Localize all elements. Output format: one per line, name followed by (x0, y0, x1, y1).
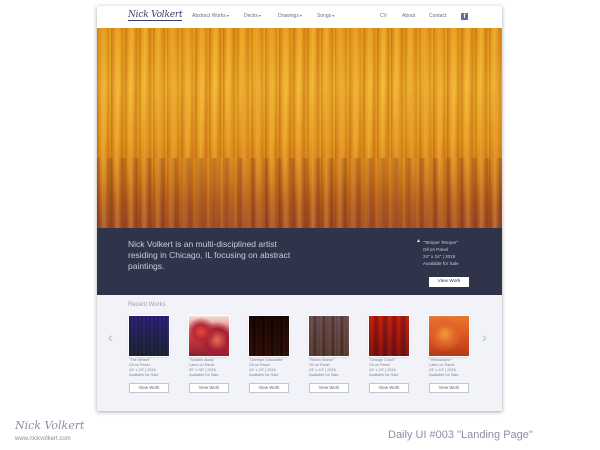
nav-item-decks[interactable]: Decks▾ (244, 13, 261, 19)
featured-availability: Available for Sale (423, 261, 459, 266)
work-card: "Yellowstone" Latex on Panel 24" x 24" |… (427, 316, 471, 393)
work-card: "German Chocolate" Oil on Panel 24" x 24… (247, 316, 291, 393)
work-thumbnail[interactable] (249, 316, 289, 356)
view-work-button[interactable]: View Work (369, 382, 409, 393)
work-meta: "Scratch Away" Latex on Panel 30" x 36" … (189, 358, 233, 378)
daily-ui-caption: Daily UI #003 "Landing Page" (388, 429, 533, 441)
chevron-down-icon: ▾ (332, 13, 335, 18)
work-availability: Available for Sale (429, 372, 459, 377)
nav-item-cv[interactable]: CV (380, 13, 387, 19)
view-work-button[interactable]: View Work (249, 382, 289, 393)
nav-item-label: Drawings (278, 13, 299, 19)
featured-view-work-button[interactable]: View Work (429, 277, 469, 287)
nav-item-contact[interactable]: Contact (429, 13, 446, 19)
nav-item-drawings[interactable]: Drawings▾ (278, 13, 302, 19)
nav-item-label: Abstract Works (192, 13, 226, 19)
top-nav: Nick Volkert Abstract Works▾ Decks▾ Draw… (97, 6, 502, 29)
work-thumbnail[interactable] (309, 316, 349, 356)
featured-size: 24" x 24" | 2016 (423, 254, 456, 259)
landing-page-mockup: Nick Volkert Abstract Works▾ Decks▾ Draw… (97, 6, 502, 411)
work-availability: Available for Sale (249, 372, 279, 377)
view-work-button[interactable]: View Work (429, 382, 469, 393)
work-meta: "Raven Brown" Oil on Panel 24" x 24" | 2… (309, 358, 353, 378)
carousel-prev-icon[interactable]: ‹ (108, 330, 113, 344)
work-availability: Available for Sale (309, 372, 339, 377)
view-work-button[interactable]: View Work (129, 382, 169, 393)
work-availability: Available for Sale (129, 372, 159, 377)
facebook-icon[interactable]: f (461, 13, 468, 20)
nav-item-abstract-works[interactable]: Abstract Works▾ (192, 13, 229, 19)
chevron-down-icon: ▾ (299, 13, 302, 18)
work-meta: "Orange Crush" Oil on Panel 24" x 24" | … (369, 358, 413, 378)
site-logo[interactable]: Nick Volkert (128, 10, 183, 21)
nav-item-songs[interactable]: Songs▾ (317, 13, 334, 19)
work-thumbnail[interactable] (369, 316, 409, 356)
work-meta: "Yellowstone" Latex on Panel 24" x 24" |… (429, 358, 473, 378)
nav-item-label: Songs (317, 13, 332, 19)
view-work-button[interactable]: View Work (309, 382, 349, 393)
carousel-next-icon[interactable]: › (482, 330, 487, 344)
artist-tagline: Nick Volkert is an multi-disciplined art… (128, 239, 291, 271)
work-availability: Available for Sale (369, 372, 399, 377)
view-work-button[interactable]: View Work (189, 382, 229, 393)
featured-medium: Oil on Panel (423, 247, 449, 252)
pointer-arrow-icon: ▲ (416, 238, 421, 244)
work-thumbnail[interactable] (429, 316, 469, 356)
work-meta: "German Chocolate" Oil on Panel 24" x 24… (249, 358, 293, 378)
intro-band: Nick Volkert is an multi-disciplined art… (97, 228, 502, 295)
website-url: www.nickvolkert.com (15, 436, 71, 442)
nav-item-label: Decks (244, 13, 258, 19)
work-card: "Orange Crush" Oil on Panel 24" x 24" | … (367, 316, 411, 393)
work-thumbnail[interactable] (129, 316, 169, 356)
work-meta: "The Wheel" Oil on Panel 24" x 24" | 201… (129, 358, 173, 378)
chevron-down-icon: ▾ (226, 13, 229, 18)
work-card: "Raven Brown" Oil on Panel 24" x 24" | 2… (307, 316, 351, 393)
work-thumbnail[interactable] (189, 316, 229, 356)
recent-works-heading: Recent Works (128, 302, 166, 308)
nav-item-about[interactable]: About (402, 13, 415, 19)
featured-work-info: ▲ "Temper Temper" Oil on Panel 24" x 24"… (416, 238, 459, 267)
featured-title: "Temper Temper" (423, 240, 459, 245)
work-card: "Scratch Away" Latex on Panel 30" x 36" … (187, 316, 231, 393)
hero-painting-image (97, 28, 502, 228)
work-card: "The Wheel" Oil on Panel 24" x 24" | 201… (127, 316, 171, 393)
work-availability: Available for Sale (189, 372, 219, 377)
signature-logo: Nick Volkert (15, 419, 85, 432)
chevron-down-icon: ▾ (258, 13, 261, 18)
